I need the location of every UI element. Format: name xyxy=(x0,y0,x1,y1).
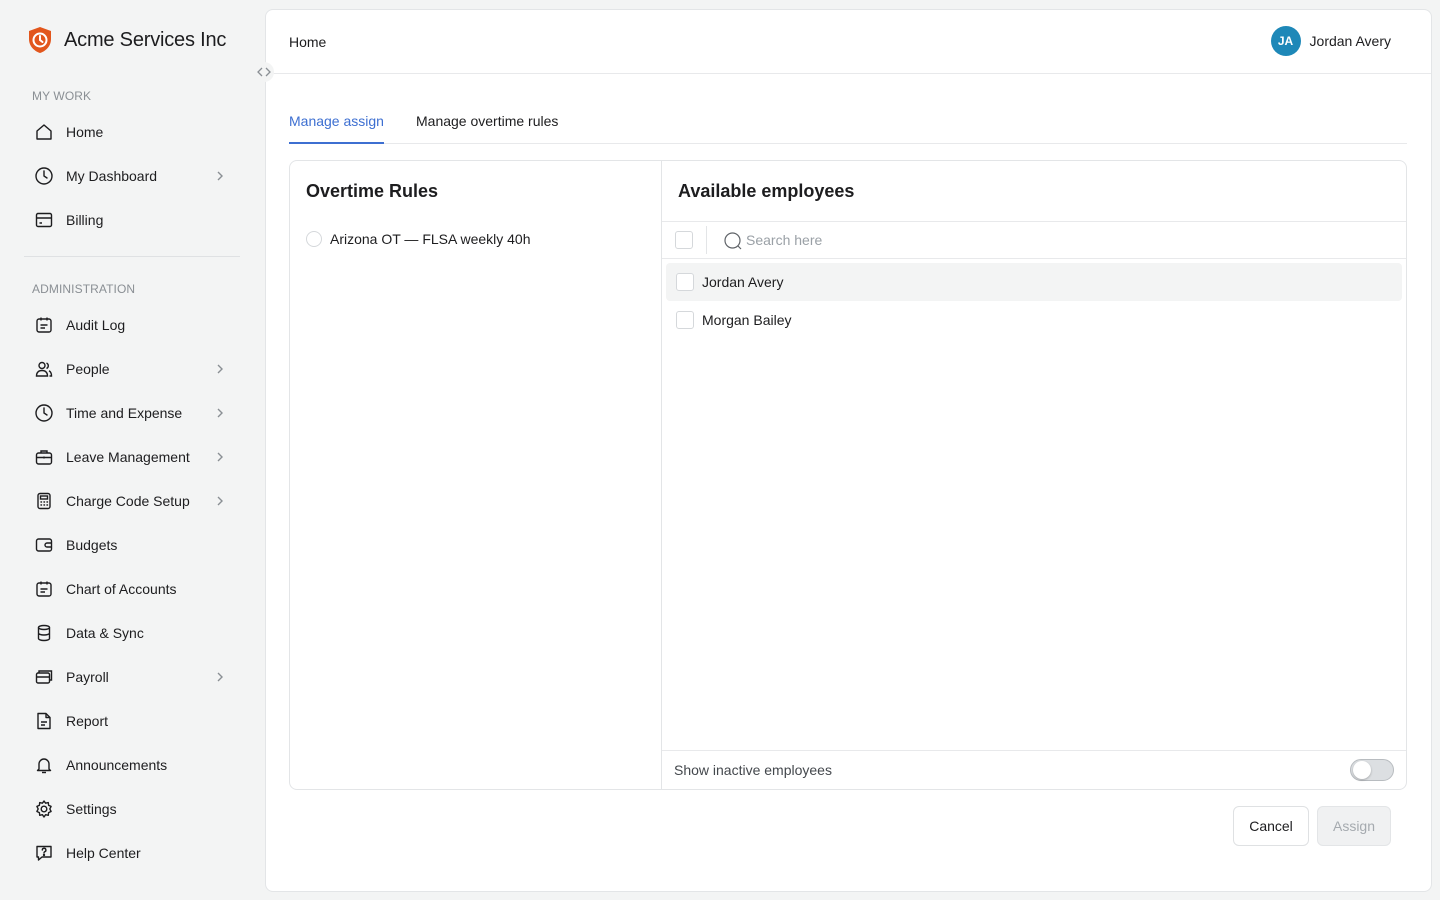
sidebar-item-label: Announcements xyxy=(66,757,168,773)
chevron-right-icon xyxy=(217,364,223,374)
sidebar-item-settings[interactable]: Settings xyxy=(24,789,240,829)
tab-manage-overtime-rules[interactable]: Manage overtime rules xyxy=(416,113,558,144)
sidebar-item-label: Charge Code Setup xyxy=(66,493,190,509)
employees-pane: Available employees Jordan Avery Morgan … xyxy=(662,161,1406,789)
select-all-checkbox[interactable] xyxy=(675,231,693,249)
sidebar-item-label: Help Center xyxy=(66,845,141,861)
sidebar-item-label: Home xyxy=(66,124,104,140)
user-name: Jordan Avery xyxy=(1309,33,1391,49)
sidebar-item-my-dashboard[interactable]: My Dashboard xyxy=(24,156,240,196)
top-bar: Home JA Jordan Avery xyxy=(266,10,1431,74)
employee-checkbox[interactable] xyxy=(676,273,694,291)
help-icon xyxy=(34,843,54,863)
sidebar-item-label: Audit Log xyxy=(66,317,126,333)
user-menu[interactable]: JA Jordan Avery xyxy=(1270,26,1391,56)
sidebar-item-label: Budgets xyxy=(66,537,118,553)
sidebar-item-charge-code-setup[interactable]: Charge Code Setup xyxy=(24,481,240,521)
breadcrumb[interactable]: Home xyxy=(289,34,326,50)
assign-button[interactable]: Assign xyxy=(1317,806,1391,846)
search-icon xyxy=(724,232,742,250)
code-arrows-icon xyxy=(257,67,271,77)
sidebar-item-data-sync[interactable]: Data & Sync xyxy=(24,613,240,653)
bell-icon xyxy=(34,755,54,775)
briefcase-icon xyxy=(34,447,54,467)
sidebar-item-label: Settings xyxy=(66,801,117,817)
sidebar-item-help-center[interactable]: Help Center xyxy=(24,833,240,873)
report-icon xyxy=(34,711,54,731)
sidebar-item-label: Leave Management xyxy=(66,449,190,465)
show-inactive-label: Show inactive employees xyxy=(674,762,832,778)
sidebar-item-audit-log[interactable]: Audit Log xyxy=(24,305,240,345)
cancel-button[interactable]: Cancel xyxy=(1233,806,1309,846)
employee-search-input[interactable] xyxy=(746,230,1146,250)
clock-icon xyxy=(34,166,54,186)
rule-radio[interactable] xyxy=(306,231,322,247)
overtime-rules-title: Overtime Rules xyxy=(306,181,439,201)
brand-name: Acme Services Inc xyxy=(64,28,227,51)
employee-name: Jordan Avery xyxy=(702,274,784,290)
chevron-right-icon xyxy=(217,408,223,418)
sidebar-item-label: Billing xyxy=(66,212,104,228)
toggle-knob xyxy=(1353,761,1371,779)
sidebar-collapse-toggle[interactable] xyxy=(254,62,274,82)
brand-logo-icon xyxy=(29,27,51,53)
main-content: Home JA Jordan Avery Manage assign Manag… xyxy=(265,9,1432,892)
clock-icon xyxy=(34,403,54,423)
home-icon xyxy=(34,122,54,142)
calculator-icon xyxy=(34,491,54,511)
sidebar-item-leave-management[interactable]: Leave Management xyxy=(24,437,240,477)
calendar-icon xyxy=(34,579,54,599)
overtime-rule-item[interactable]: Arizona OT — FLSA weekly 40h xyxy=(306,231,531,247)
sidebar-item-home[interactable]: Home xyxy=(24,112,240,152)
sidebar-item-label: People xyxy=(66,361,110,377)
sidebar-item-label: Report xyxy=(66,713,109,729)
tab-manage-assign[interactable]: Manage assign xyxy=(289,113,384,144)
chevron-right-icon xyxy=(217,171,223,181)
employee-row[interactable]: Morgan Bailey xyxy=(666,301,1402,339)
sidebar-item-label: My Dashboard xyxy=(66,168,158,184)
chevron-right-icon xyxy=(217,672,223,682)
employee-name: Morgan Bailey xyxy=(702,312,792,328)
brand[interactable]: Acme Services Inc xyxy=(26,26,226,54)
calendar-icon xyxy=(34,315,54,335)
inactive-toggle-row: Show inactive employees xyxy=(662,750,1406,789)
sidebar-item-label: Payroll xyxy=(66,669,109,685)
show-inactive-toggle[interactable] xyxy=(1350,759,1394,781)
available-employees-title: Available employees xyxy=(678,181,855,201)
database-icon xyxy=(34,623,54,643)
assign-panel: Overtime Rules Arizona OT — FLSA weekly … xyxy=(289,160,1407,790)
people-icon xyxy=(34,359,54,379)
employee-search-row xyxy=(662,221,1406,259)
chevron-right-icon xyxy=(217,496,223,506)
payroll-icon xyxy=(34,667,54,687)
sidebar-item-billing[interactable]: Billing xyxy=(24,200,240,240)
billing-icon xyxy=(34,210,54,230)
employee-row[interactable]: Jordan Avery xyxy=(666,263,1402,301)
sidebar: Acme Services Inc MY WORK Home My Dashbo… xyxy=(0,0,274,900)
search-separator xyxy=(706,226,707,254)
sidebar-item-label: Data & Sync xyxy=(66,625,144,641)
sidebar-item-payroll[interactable]: Payroll xyxy=(24,657,240,697)
rule-label: Arizona OT — FLSA weekly 40h xyxy=(330,231,531,247)
sidebar-item-announcements[interactable]: Announcements xyxy=(24,745,240,785)
sidebar-item-chart-of-accounts[interactable]: Chart of Accounts xyxy=(24,569,240,609)
overtime-rules-pane: Overtime Rules Arizona OT — FLSA weekly … xyxy=(290,161,662,789)
employee-checkbox[interactable] xyxy=(676,311,694,329)
sidebar-item-report[interactable]: Report xyxy=(24,701,240,741)
sidebar-item-label: Chart of Accounts xyxy=(66,581,177,597)
section-label-my-work: MY WORK xyxy=(32,89,92,103)
sidebar-item-label: Time and Expense xyxy=(66,405,183,421)
section-label-administration: ADMINISTRATION xyxy=(32,282,136,296)
tab-bar: Manage assign Manage overtime rules xyxy=(289,110,1407,144)
chevron-right-icon xyxy=(217,452,223,462)
sidebar-item-people[interactable]: People xyxy=(24,349,240,389)
avatar: JA xyxy=(1270,26,1301,56)
gear-icon xyxy=(34,799,54,819)
wallet-icon xyxy=(34,535,54,555)
sidebar-item-budgets[interactable]: Budgets xyxy=(24,525,240,565)
sidebar-item-time-and-expense[interactable]: Time and Expense xyxy=(24,393,240,433)
sidebar-divider xyxy=(24,256,240,257)
